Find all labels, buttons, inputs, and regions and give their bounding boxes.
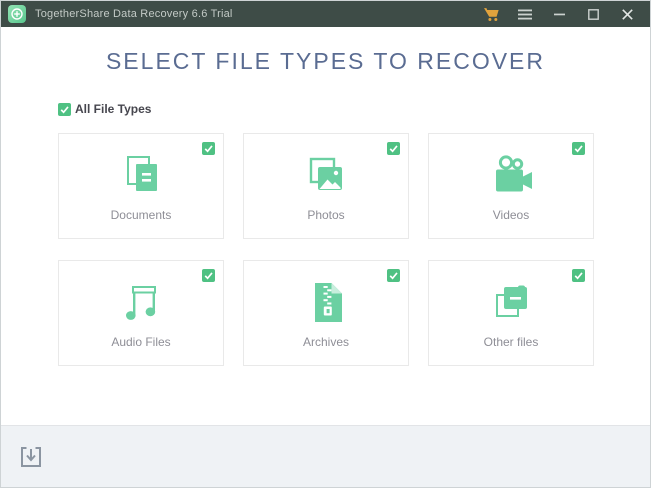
main-content: SELECT FILE TYPES TO RECOVER All File Ty…	[1, 27, 650, 425]
card-documents[interactable]: Documents	[58, 133, 224, 239]
menu-icon[interactable]	[508, 1, 542, 27]
file-type-grid: Documents Photos Videos Audio Files Arch…	[58, 133, 594, 366]
cart-icon[interactable]	[474, 1, 508, 27]
card-other-files[interactable]: Other files	[428, 260, 594, 366]
card-label: Photos	[307, 207, 345, 222]
all-file-types-checkbox[interactable]: All File Types	[58, 102, 650, 116]
all-file-types-label: All File Types	[75, 102, 152, 116]
other-files-checkbox-icon[interactable]	[572, 269, 585, 282]
documents-icon	[117, 151, 165, 199]
card-photos[interactable]: Photos	[243, 133, 409, 239]
minimize-icon[interactable]	[542, 1, 576, 27]
maximize-icon[interactable]	[576, 1, 610, 27]
photos-icon	[302, 151, 350, 199]
archives-checkbox-icon[interactable]	[387, 269, 400, 282]
card-label: Documents	[110, 207, 172, 222]
page-title: SELECT FILE TYPES TO RECOVER	[105, 48, 546, 74]
window-title: TogetherShare Data Recovery 6.6 Trial	[35, 8, 233, 20]
close-icon[interactable]	[610, 1, 644, 27]
audio-files-icon	[117, 278, 165, 326]
card-label: Audio Files	[111, 334, 171, 349]
videos-checkbox-icon[interactable]	[572, 142, 585, 155]
app-window: TogetherShare Data Recovery 6.6 Trial SE…	[0, 0, 651, 488]
download-icon[interactable]	[19, 445, 43, 469]
titlebar: TogetherShare Data Recovery 6.6 Trial	[1, 1, 650, 27]
documents-checkbox-icon[interactable]	[202, 142, 215, 155]
card-archives[interactable]: Archives	[243, 260, 409, 366]
audio-checkbox-icon[interactable]	[202, 269, 215, 282]
app-logo-icon	[8, 5, 26, 23]
footer-bar	[1, 425, 650, 487]
archives-icon	[302, 278, 350, 326]
checkbox-checked-icon[interactable]	[58, 102, 71, 116]
card-label: Videos	[492, 207, 530, 222]
card-label: Archives	[302, 334, 349, 349]
titlebar-controls	[474, 1, 644, 27]
photos-checkbox-icon[interactable]	[387, 142, 400, 155]
card-videos[interactable]: Videos	[428, 133, 594, 239]
card-label: Other files	[483, 334, 539, 349]
card-audio-files[interactable]: Audio Files	[58, 260, 224, 366]
other-files-icon	[487, 278, 535, 326]
videos-icon	[487, 151, 535, 199]
